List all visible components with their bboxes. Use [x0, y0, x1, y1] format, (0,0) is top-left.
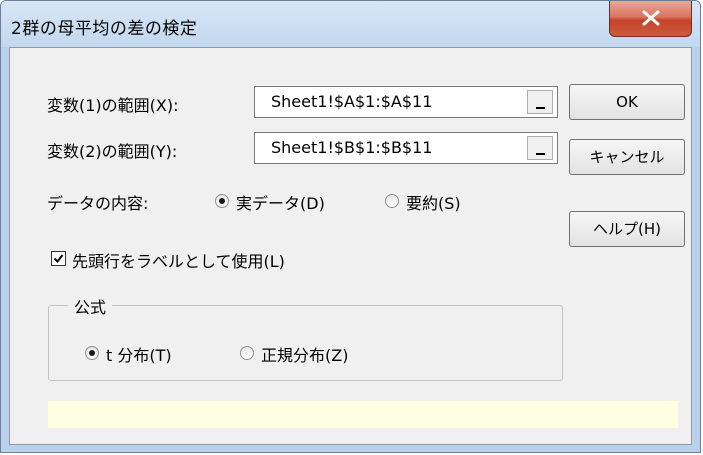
formula-legend: 公式: [68, 294, 113, 318]
header-label-checkbox-label[interactable]: 先頭行をラベルとして使用(L): [72, 248, 285, 272]
status-message-bar: [48, 401, 678, 428]
range2-collapse-button[interactable]: [527, 136, 553, 160]
radio-t-distribution[interactable]: [85, 346, 99, 360]
ok-button[interactable]: OK: [569, 84, 685, 120]
header-label-checkbox[interactable]: [51, 251, 66, 266]
range1-collapse-button[interactable]: [527, 90, 553, 114]
minimize-icon: [536, 107, 545, 109]
range1-value: Sheet1!$A$1:$A$11: [271, 92, 433, 111]
range2-value: Sheet1!$B$1:$B$11: [271, 138, 433, 157]
range1-label: 変数(1)の範囲(X):: [47, 96, 179, 115]
title-bar[interactable]: 2群の母平均の差の検定: [1, 1, 700, 47]
close-button[interactable]: [609, 1, 692, 37]
radio-t-distribution-label[interactable]: t 分布(T): [106, 342, 172, 366]
help-button[interactable]: ヘルプ(H): [569, 211, 685, 247]
dialog-body: 変数(1)の範囲(X): Sheet1!$A$1:$A$11 変数(2)の範囲(…: [9, 47, 692, 445]
minimize-icon: [536, 153, 545, 155]
range2-input[interactable]: Sheet1!$B$1:$B$11: [254, 132, 558, 164]
radio-summary[interactable]: [385, 194, 399, 208]
radio-normal-distribution-label[interactable]: 正規分布(Z): [261, 342, 348, 366]
checkmark-icon: [53, 254, 64, 264]
radio-actual-data[interactable]: [215, 194, 229, 208]
radio-normal-distribution[interactable]: [240, 346, 254, 360]
dialog-window: 2群の母平均の差の検定 変数(1)の範囲(X): Sheet1!$A$1:$A$…: [0, 0, 701, 453]
close-icon: [642, 10, 660, 26]
range2-label: 変数(2)の範囲(Y):: [47, 142, 178, 161]
radio-actual-data-label[interactable]: 実データ(D): [236, 190, 325, 214]
range1-input[interactable]: Sheet1!$A$1:$A$11: [254, 86, 558, 118]
radio-summary-label[interactable]: 要約(S): [406, 190, 461, 214]
cancel-button[interactable]: キャンセル: [569, 139, 685, 175]
dialog-title: 2群の母平均の差の検定: [11, 19, 198, 39]
data-type-label: データの内容:: [47, 194, 149, 213]
